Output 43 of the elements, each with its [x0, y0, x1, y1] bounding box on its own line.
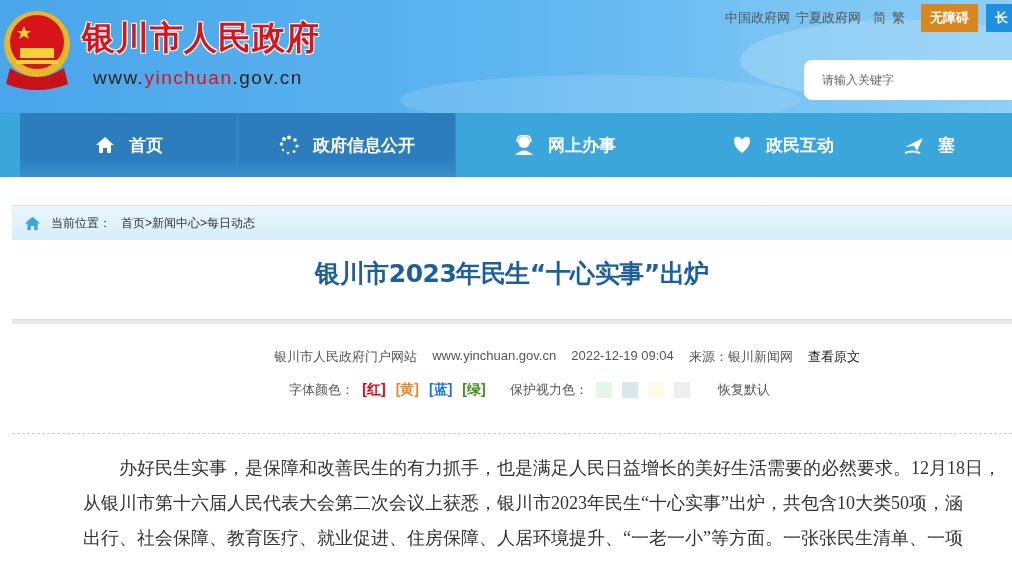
breadcrumb-separator: >	[200, 216, 208, 230]
top-link[interactable]: 繁	[892, 9, 905, 27]
meta-text: 2022-12-19 09:04	[571, 348, 674, 365]
toolbar-button[interactable]: 长	[986, 4, 1012, 32]
meta-text: 银川市人民政府门户网站	[274, 348, 418, 366]
top-link[interactable]: 简	[873, 9, 886, 27]
search-field[interactable]: 请输入关键字	[804, 60, 1012, 100]
nav-tab[interactable]: 首页	[20, 113, 238, 177]
site-domain: www.yinchuan.gov.cn	[93, 67, 304, 89]
breadcrumb-link[interactable]: 新闻中心	[152, 214, 200, 232]
font-color-link[interactable]: [红]	[362, 381, 386, 399]
home-icon	[94, 135, 115, 155]
paragraph-line: 办好民生实事，是保障和改善民生的有力抓手，也是满足人民日益增长的美好生活需要的必然要求。12月18日，	[118, 457, 1002, 480]
breadcrumb-label: 当前位置：	[51, 214, 111, 232]
top-link[interactable]: 中国政府网	[725, 9, 790, 27]
breadcrumb-link[interactable]: 每日动态	[207, 214, 256, 232]
color-swatch[interactable]	[621, 382, 638, 398]
toolbar-button[interactable]: 无障碍	[921, 4, 978, 32]
heart-icon	[732, 135, 752, 155]
nav-tab[interactable]: 政府信息公开	[238, 113, 456, 177]
color-swatch[interactable]	[595, 382, 612, 398]
home-icon	[24, 214, 41, 232]
meta-text: 来源：银川新闻网	[688, 348, 793, 366]
font-color-label: 字体颜色：	[289, 381, 355, 399]
view-original-link[interactable]: 查看原文	[807, 348, 860, 366]
top-link[interactable]: 宁夏政府网	[796, 9, 861, 27]
article-title: 银川市2023年民生“十心实事”出炉	[313, 258, 710, 290]
reset-link[interactable]: 恢复默认	[717, 381, 770, 399]
eye-color-label: 保护视力色：	[509, 381, 588, 399]
nav-tab[interactable]: 塞	[892, 113, 955, 177]
breadcrumb-separator: >	[145, 216, 152, 230]
meta-text: www.yinchuan.gov.cn	[432, 348, 557, 365]
paragraph-line: 出行、社会保障、教育医疗、就业促进、住房保障、人居环境提升、“一老一小”等方面。一张张民生清单、一项	[83, 527, 964, 550]
dots-ring-icon	[278, 135, 299, 155]
nav-tab[interactable]: 网上办事	[456, 113, 674, 177]
font-color-link[interactable]: [绿]	[462, 381, 486, 399]
site-name: 银川市人民政府	[82, 17, 320, 59]
paragraph-line: 从银川市第十六届人民代表大会第二次会议上获悉，银川市2023年民生“十心实事”出炉，共包含10大类50项，涵	[83, 492, 964, 515]
font-color-link[interactable]: [蓝]	[429, 381, 453, 399]
nav-tab[interactable]: 政民互动	[674, 113, 892, 177]
person-icon	[514, 135, 534, 155]
font-color-link[interactable]: [黄]	[395, 381, 419, 399]
breadcrumb-link[interactable]: 首页	[121, 214, 145, 232]
